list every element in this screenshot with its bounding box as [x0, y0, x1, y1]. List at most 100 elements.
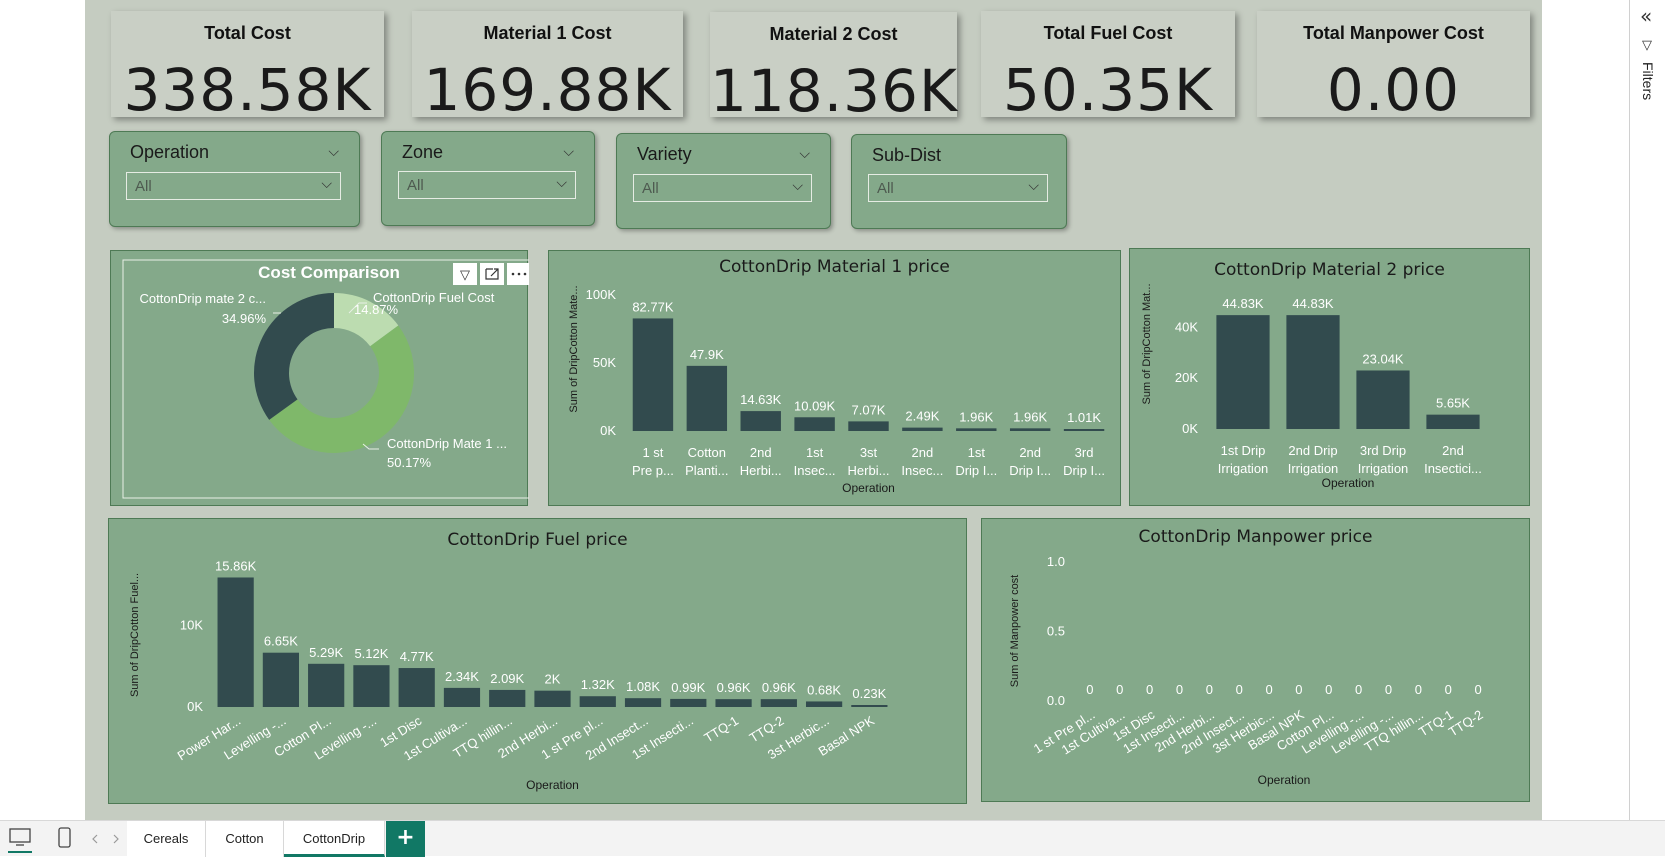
- data-label: 0: [1236, 682, 1243, 697]
- filter-icon-glyph: ▽: [460, 267, 470, 282]
- bar[interactable]: [1356, 370, 1410, 429]
- kpi-value: 50.35K: [1002, 56, 1214, 124]
- bar[interactable]: [1286, 315, 1340, 429]
- bar[interactable]: [398, 668, 435, 707]
- slicer-operation[interactable]: Operation ⌵ All ⌵: [109, 131, 360, 227]
- bar[interactable]: [715, 699, 752, 707]
- bar[interactable]: [760, 699, 797, 707]
- manpower-price-panel[interactable]: CottonDrip Manpower price 0.0 0.5 1.0 Sum o…: [981, 518, 1530, 802]
- chevron-left-icon[interactable]: [92, 834, 98, 844]
- focus-mode-icon[interactable]: [480, 263, 504, 285]
- kpi-title: Total Fuel Cost: [1043, 23, 1173, 43]
- bar[interactable]: [624, 698, 662, 707]
- x-tick-label: Planti...: [685, 463, 728, 478]
- desktop-view-icon[interactable]: [8, 828, 32, 853]
- visual-header: ▽: [453, 263, 531, 285]
- y-tick-label: 50K: [593, 355, 616, 370]
- chevron-down-icon[interactable]: ⌵: [328, 144, 339, 160]
- data-label: 23.04K: [1362, 351, 1404, 366]
- data-label: 0.68K: [807, 682, 841, 697]
- data-label: 0: [1445, 682, 1452, 697]
- kpi-card-material-2-cost[interactable]: Material 2 Cost 118.36K: [710, 12, 957, 125]
- tab-cottondrip[interactable]: CottonDrip: [284, 821, 385, 857]
- cost-comparison-panel[interactable]: Cost Comparison ▽ CottonDrip Fuel Cost 14…: [110, 250, 534, 506]
- kpi-card-total-manpower-cost[interactable]: Total Manpower Cost 0.00: [1257, 11, 1530, 124]
- y-axis-label: Sum of DripCotton Mat...: [1141, 283, 1153, 404]
- kpi-card-total-fuel-cost[interactable]: Total Fuel Cost 50.35K: [981, 11, 1235, 124]
- more-options-dot: [523, 272, 527, 276]
- filter-icon: ▽: [1642, 38, 1652, 53]
- bar[interactable]: [1216, 315, 1270, 429]
- bar[interactable]: [353, 665, 390, 707]
- bar[interactable]: [686, 365, 728, 431]
- bar[interactable]: [805, 701, 843, 707]
- slicer-value: All: [877, 180, 894, 197]
- chevron-down-icon[interactable]: ⌵: [563, 144, 574, 160]
- bar[interactable]: [794, 417, 835, 431]
- bar[interactable]: [902, 427, 943, 431]
- chevron-down-icon[interactable]: ⌵: [799, 146, 810, 162]
- bar[interactable]: [1063, 429, 1105, 431]
- bar[interactable]: [217, 577, 254, 707]
- slicer-dropdown[interactable]: All ⌵: [398, 171, 576, 199]
- bar[interactable]: [443, 687, 481, 707]
- x-tick-label: Drip I...: [1063, 463, 1105, 478]
- slicer-dropdown[interactable]: All ⌵: [126, 172, 341, 200]
- kpi-value: 338.58K: [123, 56, 372, 124]
- filters-pane[interactable]: « ▽ Filters: [1629, 0, 1665, 820]
- slicer-value: All: [407, 177, 424, 194]
- collapse-filters-icon[interactable]: «: [1640, 4, 1652, 28]
- data-label: 47.9K: [690, 347, 724, 362]
- chevron-right-icon[interactable]: [113, 834, 119, 844]
- data-label: 0: [1116, 682, 1123, 697]
- bar[interactable]: [489, 689, 526, 707]
- data-label: 0.99K: [671, 680, 705, 695]
- data-label: 1.96K: [959, 409, 993, 424]
- material-2-price-panel[interactable]: CottonDrip Material 2 price 0K 20K 40K Sum …: [1129, 248, 1530, 506]
- bar[interactable]: [1009, 428, 1051, 431]
- x-tick-label: Insec...: [794, 463, 836, 478]
- bar[interactable]: [632, 318, 674, 431]
- slicer-dropdown[interactable]: All ⌵: [868, 174, 1048, 202]
- data-label: 0: [1176, 682, 1183, 697]
- bar[interactable]: [670, 698, 707, 707]
- tab-cotton[interactable]: Cotton: [206, 821, 284, 857]
- data-label: 5.65K: [1436, 396, 1470, 411]
- bar[interactable]: [579, 696, 616, 707]
- filters-label[interactable]: Filters: [1640, 62, 1656, 100]
- data-label: 2.34K: [445, 669, 479, 684]
- x-tick-label: 2nd: [1442, 443, 1464, 458]
- donut-slice[interactable]: [253, 293, 334, 420]
- slicer-zone[interactable]: Zone ⌵ All ⌵: [381, 131, 595, 226]
- slicer-sub-dist[interactable]: Sub-Dist All ⌵: [851, 134, 1067, 229]
- y-tick-label: 20K: [1175, 370, 1198, 385]
- fuel-price-panel[interactable]: CottonDrip Fuel price 0K 10K Sum of DripCo…: [108, 518, 967, 804]
- bar[interactable]: [740, 411, 781, 431]
- slicer-variety[interactable]: Variety ⌵ All ⌵: [616, 133, 831, 229]
- slicer-dropdown[interactable]: All ⌵: [633, 174, 812, 202]
- data-label: 0.23K: [852, 686, 886, 701]
- bar[interactable]: [848, 421, 889, 431]
- bar[interactable]: [262, 652, 300, 707]
- mobile-view-icon[interactable]: [58, 827, 71, 848]
- data-label: 1.08K: [626, 679, 660, 694]
- kpi-card-total-cost[interactable]: Total Cost 338.58K: [111, 11, 384, 124]
- y-tick-label: 0K: [187, 699, 203, 714]
- data-label: 5.29K: [309, 645, 343, 660]
- bar[interactable]: [956, 428, 997, 431]
- x-tick-label: Pre p...: [632, 463, 674, 478]
- kpi-card-material-1-cost[interactable]: Material 1 Cost 169.88K: [412, 11, 683, 124]
- data-label: 0: [1295, 682, 1302, 697]
- bar[interactable]: [851, 705, 888, 707]
- material-1-price-panel[interactable]: CottonDrip Material 1 price 0K 50K 100K Sum…: [548, 250, 1121, 506]
- x-tick-label: TTQ-1: [701, 713, 741, 746]
- bar[interactable]: [534, 690, 571, 707]
- x-tick-label: Herbi...: [848, 463, 890, 478]
- tab-cereals[interactable]: Cereals: [127, 821, 206, 857]
- add-page-button[interactable]: +: [386, 821, 425, 857]
- y-tick-label: 40K: [1175, 319, 1198, 334]
- bar[interactable]: [308, 663, 345, 707]
- bar[interactable]: [1426, 414, 1480, 429]
- x-tick-label: 3rd: [1075, 445, 1094, 460]
- kpi-title: Total Manpower Cost: [1303, 23, 1484, 43]
